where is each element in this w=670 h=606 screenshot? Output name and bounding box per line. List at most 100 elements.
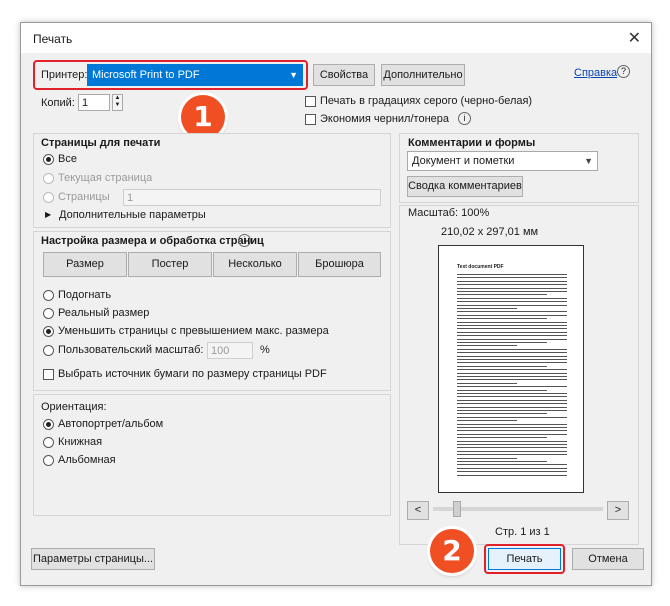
tab-booklet[interactable]: Брошюра (298, 252, 381, 277)
more-options-label[interactable]: Дополнительные параметры (59, 209, 206, 221)
copies-input[interactable]: 1 (78, 94, 110, 111)
paper-source-checkbox[interactable] (43, 369, 54, 380)
actual-size-radio[interactable] (43, 308, 54, 319)
preview-text-line (457, 416, 567, 418)
preview-text-line (457, 314, 567, 316)
preview-text-line (457, 321, 567, 323)
preview-page: Text document PDF (438, 245, 584, 493)
preview-doc-title: Text document PDF (457, 264, 504, 270)
sizing-title: Настройка размера и обработка страниц (41, 235, 264, 247)
preview-text-line (457, 467, 567, 469)
chevron-down-icon: ▼ (584, 156, 593, 166)
pages-range-radio[interactable] (43, 192, 54, 203)
shrink-label: Уменьшить страницы с превышением макс. р… (58, 325, 329, 337)
comments-selected-value: Документ и пометки (412, 155, 515, 167)
help-link[interactable]: Справка (574, 67, 617, 79)
preview-text-line (457, 338, 567, 340)
preview-text-line (457, 406, 567, 408)
pages-current-radio[interactable] (43, 173, 54, 184)
dimensions-label: 210,02 x 297,01 мм (441, 226, 539, 238)
close-icon[interactable]: ✕ (628, 28, 641, 48)
preview-text-line (457, 294, 547, 296)
custom-scale-radio[interactable] (43, 345, 54, 356)
pages-range-input[interactable]: 1 (123, 189, 381, 206)
preview-text-line (457, 297, 567, 299)
tab-size[interactable]: Размер (43, 252, 127, 277)
save-ink-label: Экономия чернил/тонера (320, 113, 449, 125)
grayscale-label: Печать в градациях серого (черно-белая) (320, 95, 533, 107)
preview-text-line (457, 430, 567, 432)
page-scrollbar-thumb[interactable] (453, 501, 461, 517)
landscape-label: Альбомная (58, 454, 116, 466)
preview-text-line (457, 433, 567, 435)
landscape-radio[interactable] (43, 455, 54, 466)
info-icon[interactable]: i (238, 234, 251, 247)
preview-text-line (457, 389, 547, 391)
preview-text-line (457, 410, 567, 411)
pages-all-label: Все (58, 153, 77, 165)
comments-select[interactable]: Документ и пометки ▼ (407, 151, 598, 171)
preview-text-line (457, 362, 567, 364)
custom-scale-input[interactable]: 100 (207, 342, 253, 359)
preview-text-line (457, 348, 567, 350)
preview-text-line (457, 291, 567, 292)
pages-range-label: Страницы (58, 191, 110, 203)
expand-triangle-icon[interactable]: ▶ (45, 210, 51, 219)
prev-page-button[interactable]: < (407, 501, 429, 520)
preview-text-line (457, 345, 517, 347)
scale-label: Масштаб: 100% (408, 207, 490, 219)
printer-highlight-ring (33, 60, 308, 90)
comments-summary-button[interactable]: Сводка комментариев (407, 176, 523, 197)
auto-orientation-radio[interactable] (43, 419, 54, 430)
tab-poster[interactable]: Постер (128, 252, 212, 277)
preview-text-line (457, 437, 547, 439)
preview-text-line (457, 369, 567, 371)
preview-text-line (457, 447, 567, 449)
advanced-button[interactable]: Дополнительно (381, 64, 465, 86)
help-icon[interactable]: ? (617, 65, 630, 78)
tab-multiple[interactable]: Несколько (213, 252, 297, 277)
shrink-radio[interactable] (43, 326, 54, 337)
preview-text-line (457, 301, 567, 303)
preview-text-line (457, 331, 567, 333)
fit-radio[interactable] (43, 290, 54, 301)
preview-text-line (457, 311, 567, 313)
portrait-radio[interactable] (43, 437, 54, 448)
info-icon[interactable]: i (458, 112, 471, 125)
preview-text-line (457, 274, 567, 275)
preview-text-line (457, 461, 547, 462)
preview-text-line (457, 376, 567, 377)
title-bar: Печать ✕ (21, 23, 651, 53)
preview-text-line (457, 386, 567, 388)
page-setup-button[interactable]: Параметры страницы... (31, 548, 155, 570)
pages-all-radio[interactable] (43, 154, 54, 165)
preview-text-line (457, 444, 567, 445)
preview-text-line (457, 284, 567, 286)
properties-button[interactable]: Свойства (313, 64, 375, 86)
copies-label: Копий: (41, 97, 75, 109)
save-ink-checkbox[interactable] (305, 114, 316, 125)
preview-text-line (457, 355, 567, 357)
preview-text-line (457, 352, 567, 354)
window-title: Печать (33, 32, 73, 46)
preview-text-line (457, 420, 517, 422)
pages-current-label: Текущая страница (58, 172, 153, 184)
preview-text-line (457, 423, 567, 425)
copies-stepper[interactable]: ▲ ▼ (112, 94, 123, 111)
preview-text-line (457, 471, 567, 473)
portrait-label: Книжная (58, 436, 103, 448)
percent-label: % (260, 344, 270, 356)
annotation-badge-2: 2 (430, 529, 474, 573)
next-page-button[interactable]: > (607, 501, 629, 520)
preview-text-line (457, 308, 517, 309)
preview-text-line (457, 382, 517, 384)
preview-text-line (457, 450, 567, 452)
preview-text-line (457, 318, 547, 320)
actual-size-label: Реальный размер (58, 307, 150, 319)
preview-text-line (457, 379, 567, 381)
auto-orientation-label: Автопортрет/альбом (58, 418, 164, 430)
orientation-title: Ориентация: (41, 401, 107, 413)
cancel-button[interactable]: Отмена (572, 548, 644, 570)
grayscale-checkbox[interactable] (305, 96, 316, 107)
preview-text-line (457, 359, 567, 360)
